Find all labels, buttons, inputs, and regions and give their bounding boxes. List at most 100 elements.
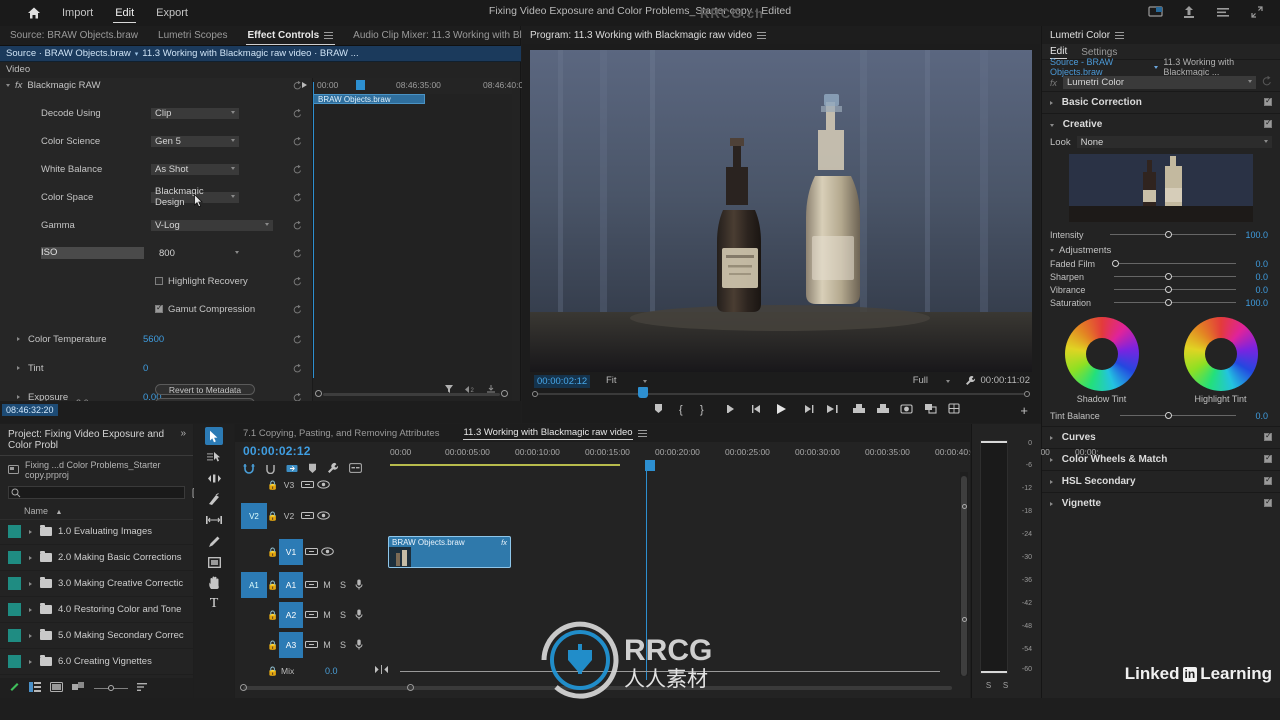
slider-value[interactable]: 100.0 xyxy=(1245,298,1268,308)
reset-icon[interactable] xyxy=(1262,75,1272,89)
chevron-down-icon[interactable] xyxy=(1050,124,1054,127)
param-value[interactable]: 5600 xyxy=(143,334,164,345)
ec-timecode[interactable]: 08:46:32:20 xyxy=(2,404,58,416)
sync-lock-icon[interactable] xyxy=(303,640,319,651)
go-to-in-icon[interactable] xyxy=(726,404,740,417)
step-forward-icon[interactable] xyxy=(802,404,814,417)
slider-value[interactable]: 0.0 xyxy=(1255,259,1268,269)
chevron-down-icon[interactable] xyxy=(1154,65,1159,69)
white-balance-select[interactable]: As Shot xyxy=(151,163,239,175)
program-resolution-select[interactable]: Full xyxy=(913,375,950,386)
track-target-a1[interactable]: A1 xyxy=(241,572,267,598)
menu-export[interactable]: Export xyxy=(154,4,190,22)
freeform-view-icon[interactable] xyxy=(72,681,85,695)
mute-button-a2[interactable]: M xyxy=(319,610,335,620)
lock-icon[interactable]: 🔒 xyxy=(267,480,279,491)
fullscreen-icon[interactable] xyxy=(1250,5,1266,21)
lock-icon[interactable]: 🔒 xyxy=(267,610,279,621)
chevron-right-icon[interactable] xyxy=(29,581,32,586)
timeline-vertical-scrollbar[interactable] xyxy=(960,472,968,676)
track-target-v3[interactable] xyxy=(241,472,267,498)
effect-controls-keyframe-area[interactable] xyxy=(313,78,512,401)
project-file-row[interactable]: Fixing ...d Color Problems_Starter copy.… xyxy=(0,456,193,484)
timeline-clip-braw[interactable]: BRAW Objects.braw fx xyxy=(388,536,511,568)
param-color-space[interactable]: Color Space Blackmagic Design xyxy=(0,186,312,208)
gamma-select[interactable]: V-Log xyxy=(151,219,273,231)
panel-menu-icon[interactable] xyxy=(756,31,766,39)
panel-menu-icon[interactable] xyxy=(637,429,647,437)
sync-lock-icon[interactable] xyxy=(303,580,319,591)
color-wheels-match-checkbox[interactable] xyxy=(1264,453,1272,463)
section-vignette[interactable]: Vignette xyxy=(1042,492,1280,514)
track-a1[interactable]: A1 🔒 A1 M S xyxy=(235,570,970,600)
reset-icon[interactable] xyxy=(293,304,302,314)
param-white-balance[interactable]: White Balance As Shot xyxy=(0,162,312,176)
source-timeline-ruler[interactable]: 00:00 08:46:35:00 08:46:40:00 xyxy=(313,78,528,94)
reset-icon[interactable] xyxy=(293,192,302,202)
basic-correction-checkbox[interactable] xyxy=(1264,96,1272,106)
shadow-tint-wheel[interactable] xyxy=(1064,317,1139,391)
track-a2[interactable]: 🔒 A2 M S xyxy=(235,600,970,630)
saturation-slider[interactable]: Saturation 100.0 xyxy=(1050,296,1272,309)
effect-blackmagic-raw[interactable]: fx Blackmagic RAW xyxy=(0,78,312,92)
multicam-icon[interactable] xyxy=(948,403,960,417)
look-preview-thumbnail[interactable]: ‹ › xyxy=(1069,154,1253,222)
home-icon[interactable] xyxy=(26,5,42,21)
chevron-down-icon[interactable] xyxy=(1050,249,1054,252)
sync-lock-icon[interactable] xyxy=(299,480,315,491)
timeline-horizontal-scrollbar[interactable] xyxy=(235,678,970,698)
zoom-slider[interactable] xyxy=(94,685,128,691)
reset-icon[interactable] xyxy=(293,220,302,230)
chevron-right-icon[interactable] xyxy=(29,529,32,534)
project-column-header[interactable]: Name ▲ xyxy=(0,503,193,520)
lumetri-source-label[interactable]: Source - BRAW Objects.braw xyxy=(1050,57,1149,77)
sort-ascending-icon[interactable]: ▲ xyxy=(56,509,63,516)
reset-icon[interactable] xyxy=(293,108,302,118)
icon-view-icon[interactable] xyxy=(50,681,63,695)
solo-button-a3[interactable]: S xyxy=(335,640,351,650)
solo-button-a1[interactable]: S xyxy=(335,580,351,590)
lift-icon[interactable] xyxy=(852,403,866,417)
panel-expand-icon[interactable]: » xyxy=(180,428,186,439)
menu-edit[interactable]: Edit xyxy=(113,4,137,23)
track-target-v2[interactable]: V2 xyxy=(241,503,267,529)
list-item[interactable]: 3.0 Making Creative Correctic xyxy=(0,571,193,597)
button-editor-icon[interactable]: + xyxy=(1020,403,1028,418)
chevron-right-icon[interactable] xyxy=(17,366,20,370)
track-target-a3[interactable] xyxy=(241,632,267,658)
color-science-select[interactable]: Gen 5 xyxy=(151,135,239,147)
slip-tool[interactable] xyxy=(205,511,223,529)
comparison-view-icon[interactable] xyxy=(924,403,937,417)
screen-icon[interactable] xyxy=(1148,5,1164,21)
reset-icon[interactable] xyxy=(293,164,302,174)
tab-lumetri-scopes[interactable]: Lumetri Scopes xyxy=(148,27,237,45)
scrub-right-handle[interactable] xyxy=(1024,391,1030,397)
param-color-temperature[interactable]: Color Temperature 5600 xyxy=(0,332,312,346)
filter-icon[interactable] xyxy=(444,384,454,397)
export-frame-icon[interactable] xyxy=(486,384,496,397)
param-gamma[interactable]: Gamma V-Log xyxy=(0,218,312,232)
track-target-v1[interactable] xyxy=(241,539,267,565)
program-playhead[interactable] xyxy=(638,387,648,398)
go-to-out-icon[interactable] xyxy=(825,404,839,417)
section-basic-correction[interactable]: Basic Correction xyxy=(1042,91,1280,113)
slider-value[interactable]: 0.0 xyxy=(1255,411,1268,421)
highlight-tint-wheel[interactable] xyxy=(1183,317,1258,391)
list-item[interactable]: 1.0 Evaluating Images xyxy=(0,519,193,545)
mix-keyframe-icon[interactable] xyxy=(374,665,389,677)
param-color-science[interactable]: Color Science Gen 5 xyxy=(0,134,312,148)
pen-tool[interactable] xyxy=(205,532,223,550)
lock-icon[interactable]: 🔒 xyxy=(267,547,279,558)
param-value[interactable]: 0 xyxy=(143,363,148,374)
section-creative[interactable]: Creative xyxy=(1042,113,1280,135)
hand-tool[interactable] xyxy=(205,574,223,592)
slider-value[interactable]: 0.0 xyxy=(1255,272,1268,282)
chevron-right-icon[interactable] xyxy=(1050,101,1053,105)
vignette-checkbox[interactable] xyxy=(1264,497,1272,507)
tab-effect-controls[interactable]: Effect Controls xyxy=(238,27,344,45)
tint-balance-slider[interactable]: Tint Balance 0.0 xyxy=(1050,409,1272,422)
revert-to-metadata-button[interactable]: Revert to Metadata xyxy=(155,384,255,395)
reset-icon[interactable] xyxy=(293,392,302,402)
track-v2[interactable]: V2 🔒 V2 xyxy=(235,498,970,534)
share-icon[interactable] xyxy=(1182,5,1198,21)
